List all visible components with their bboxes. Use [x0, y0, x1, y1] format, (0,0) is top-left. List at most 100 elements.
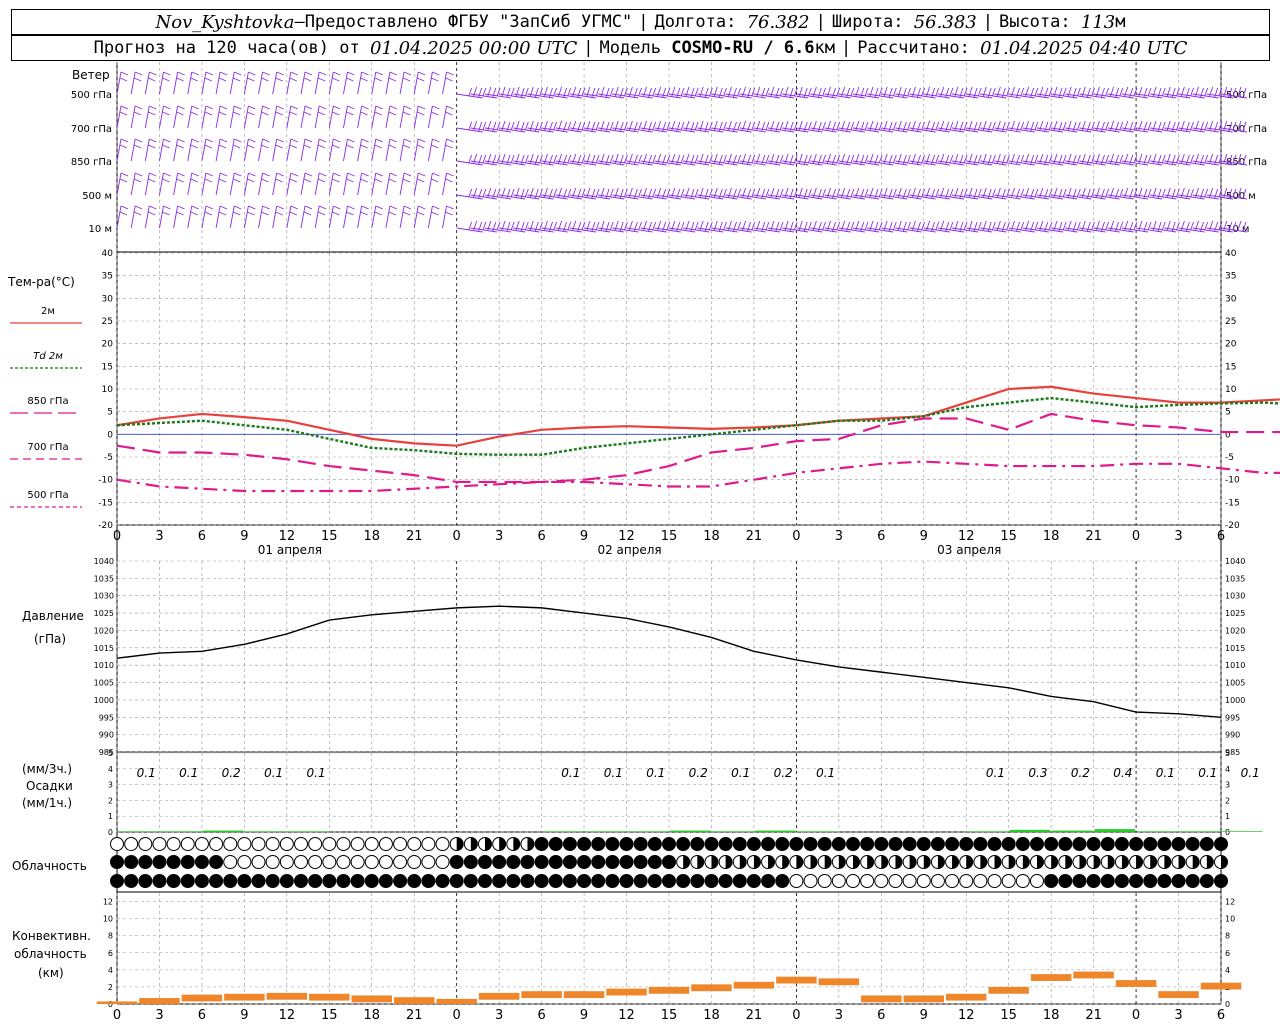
wind-barb-stroke: [229, 172, 242, 196]
wind-barb: [385, 71, 398, 95]
cloud-symbol: [562, 837, 577, 851]
cloud-symbol: [1030, 837, 1044, 851]
cloud-symbol: [732, 837, 747, 851]
cloud-symbol: [718, 874, 733, 888]
time-tick-label-bottom: 15: [321, 1008, 338, 1023]
time-tick-label-bottom: 3: [1174, 1008, 1182, 1023]
pressure-ytick-right: 990: [1225, 731, 1240, 740]
cloud-symbol: [449, 855, 464, 869]
wind-barb-stroke: [357, 205, 369, 229]
wind-barb: [144, 105, 157, 129]
wind-barb-stroke: [258, 205, 270, 229]
wind-barb-stroke: [116, 205, 129, 229]
cloud-symbol-half: [980, 855, 987, 869]
cloud-symbol: [421, 874, 436, 888]
conv-bar: [181, 994, 223, 1002]
time-tick-label-bottom: 21: [406, 1008, 423, 1023]
cloud-symbol-half: [923, 855, 931, 869]
conv-ytick-right: 0: [1225, 1000, 1230, 1009]
cloud-symbol: [647, 837, 662, 851]
conv-ytick: 0: [108, 1000, 113, 1009]
cloud-symbol: [308, 855, 323, 869]
cloud-symbol-half: [853, 855, 860, 869]
precip-value-label: 0.2: [1071, 766, 1090, 780]
wind-barb: [413, 172, 426, 196]
cloud-symbol-half: [1150, 855, 1157, 869]
wind-barb-stroke: [229, 205, 242, 229]
conv-bar: [1200, 982, 1242, 990]
conv-bar: [96, 1001, 138, 1004]
wind-barb: [215, 205, 228, 229]
cloud-symbol: [633, 855, 648, 869]
cloud-symbol: [1214, 874, 1228, 888]
cloud-symbol: [478, 855, 492, 869]
wind-barb-stroke: [201, 172, 214, 196]
cloud-symbol: [577, 874, 592, 888]
cloud-symbol: [591, 837, 606, 851]
wind-barb: [173, 172, 185, 196]
cloud-symbol: [817, 874, 832, 888]
temp-ytick: -20: [98, 521, 113, 531]
precip-bar: [1009, 829, 1051, 832]
wind-barb: [328, 138, 341, 162]
precip-ytick: 3: [108, 781, 113, 790]
precip-value-label: 0.2: [774, 766, 793, 780]
pressure-ytick-right: 1000: [1225, 696, 1245, 705]
precip-ytick: 0: [108, 828, 113, 837]
cloud-symbol: [577, 855, 592, 869]
precip-value-label: 0.1: [816, 766, 835, 780]
time-tick-label: 6: [1217, 529, 1225, 544]
cloud-symbol-half: [470, 837, 478, 851]
wind-barb: [187, 205, 199, 229]
temp-ytick: -15: [98, 498, 113, 508]
wind-barb: [413, 138, 426, 162]
conv-ytick-right: 12: [1225, 898, 1235, 907]
cloud-symbol: [732, 874, 747, 888]
wind-barb: [201, 138, 214, 162]
wind-barb: [371, 71, 383, 95]
cloud-symbol: [930, 837, 945, 851]
precip-value-label: 0.1: [137, 766, 156, 780]
wind-barb: [215, 138, 228, 162]
cloud-symbol-half: [739, 855, 747, 869]
time-tick-label-bottom: 12: [618, 1008, 635, 1023]
wind-barb-stroke: [328, 205, 341, 229]
wind-barb-stroke: [399, 105, 412, 129]
time-tick-label: 18: [363, 529, 380, 544]
conv-bar: [478, 992, 520, 1000]
precip-value-label: 0.1: [561, 766, 580, 780]
cloud-symbol: [336, 874, 351, 888]
cloud-symbol: [662, 837, 676, 851]
wind-barb: [116, 172, 129, 196]
wind-barb: [187, 172, 199, 196]
temp-ytick: 35: [102, 272, 113, 282]
precip-bar: [245, 831, 286, 832]
wind-barb: [300, 138, 313, 162]
cloud-symbol: [279, 855, 294, 869]
cloud-symbol: [874, 837, 889, 851]
cloud-symbol-half: [867, 855, 874, 869]
pressure-ytick-right: 1010: [1225, 661, 1245, 670]
precip-value-label: 0.2: [689, 766, 708, 780]
cloud-symbol: [1157, 874, 1172, 888]
wind-barb-stroke: [427, 205, 440, 229]
precip-value-label: 0.3: [1028, 766, 1047, 780]
wind-barb: [286, 138, 299, 162]
time-tick-label: 18: [1043, 529, 1060, 544]
wind-barb-stroke: [328, 105, 341, 129]
cloud-symbol: [180, 874, 195, 888]
cloud-symbol: [803, 837, 818, 851]
precip-bar: [118, 831, 159, 832]
cloud-symbol: [1171, 874, 1186, 888]
wind-barb: [343, 172, 355, 196]
wind-barb-stroke: [357, 172, 369, 196]
cloud-symbol-half: [1178, 855, 1186, 869]
wind-barb: [116, 138, 129, 162]
cloud-symbol-half: [1164, 855, 1171, 869]
time-tick-label: 12: [958, 529, 975, 544]
wind-barb: [159, 205, 171, 229]
precip-bar: [1094, 829, 1136, 832]
pressure-ytick: 1035: [94, 574, 114, 583]
time-tick-label-bottom: 18: [1043, 1008, 1060, 1023]
temp-ytick: 30: [102, 294, 114, 304]
